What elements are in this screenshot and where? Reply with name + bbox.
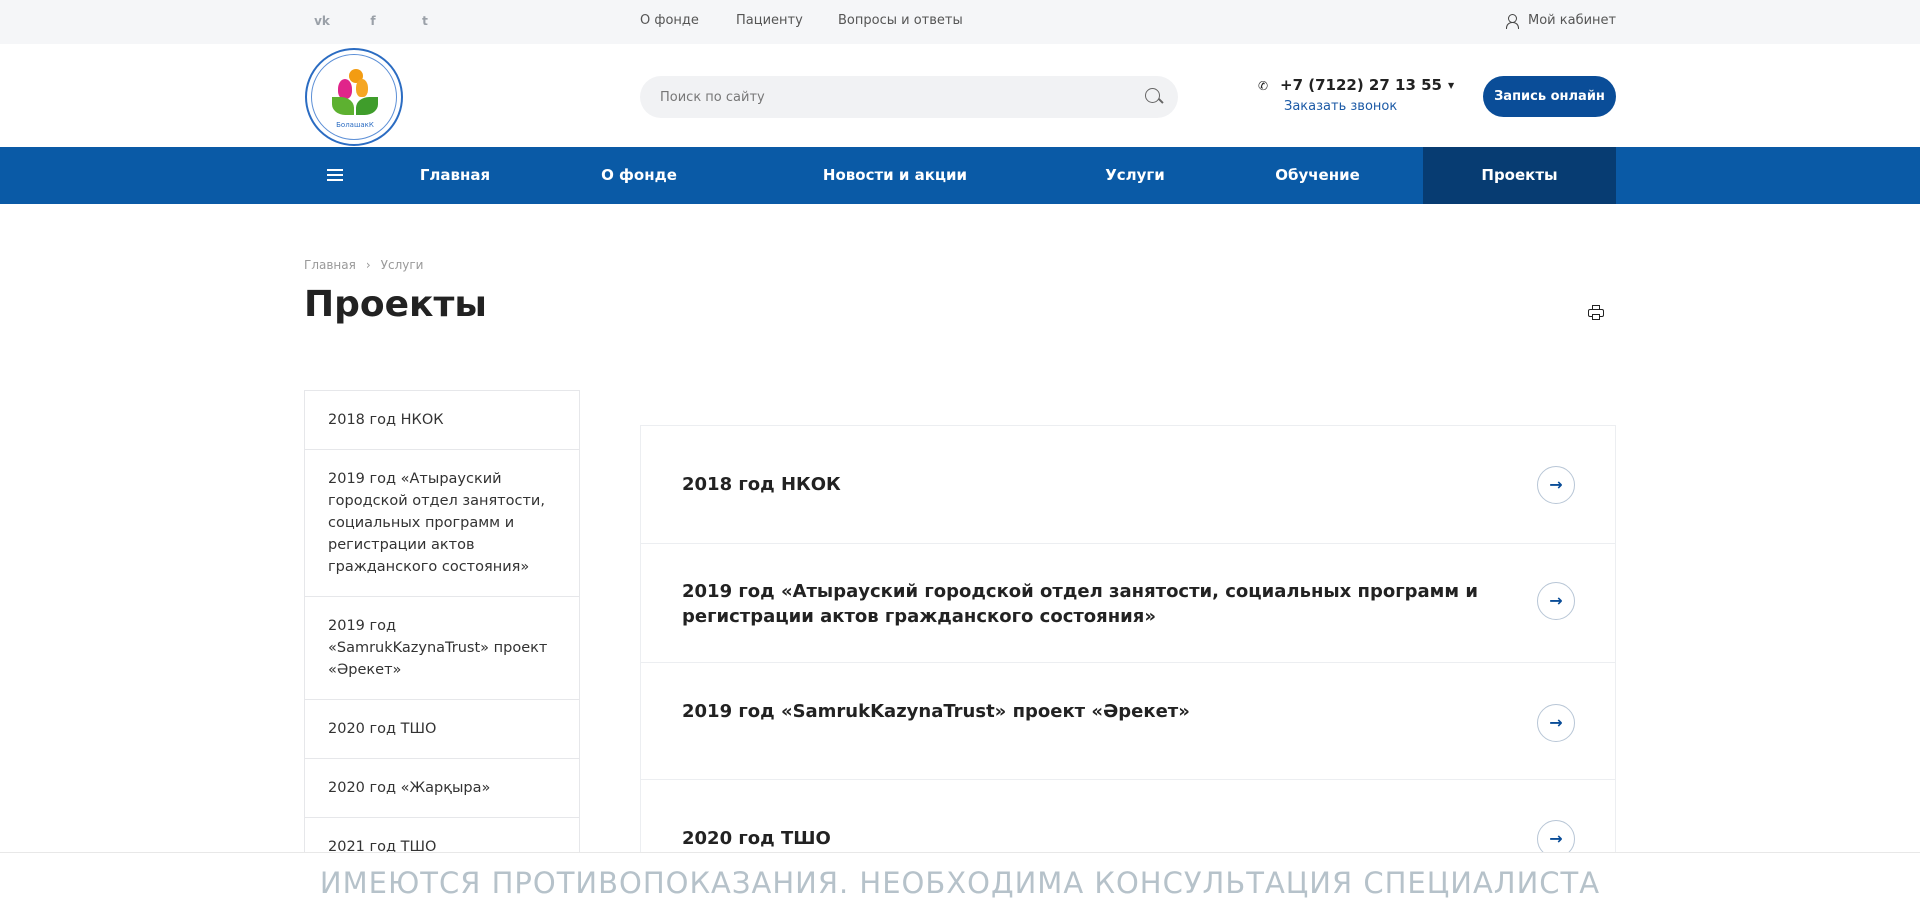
project-list: 2018 год НКОК → 2019 год «Атырауский гор…	[640, 425, 1616, 859]
project-card[interactable]: 2018 год НКОК →	[640, 425, 1616, 543]
nav-item-projects[interactable]: Проекты	[1423, 147, 1616, 204]
user-icon	[1505, 13, 1519, 29]
logo-emblem: БолашакК	[311, 54, 397, 140]
project-card[interactable]: 2020 год ТШО →	[640, 779, 1616, 859]
phone-icon: ✆	[1258, 79, 1269, 93]
phone-number-label: +7 (7122) 27 13 55	[1280, 76, 1442, 94]
toplink-faq[interactable]: Вопросы и ответы	[838, 13, 963, 28]
request-call-link[interactable]: Заказать звонок	[1284, 99, 1397, 114]
breadcrumb-services[interactable]: Услуги	[381, 258, 424, 272]
logo-text: БолашакК	[336, 121, 374, 129]
my-cabinet-label: Мой кабинет	[1528, 13, 1617, 28]
toplink-patient[interactable]: Пациенту	[736, 13, 803, 28]
search-icon[interactable]	[1144, 87, 1164, 107]
sidebar-item[interactable]: 2020 год ТШО	[305, 700, 579, 759]
breadcrumb-separator: ›	[365, 258, 371, 272]
project-card[interactable]: 2019 год «Атырауский городской отдел зан…	[640, 543, 1616, 662]
book-online-button[interactable]: Запись онлайн	[1483, 76, 1616, 117]
nav-item-training[interactable]: Обучение	[1250, 147, 1385, 204]
sidebar-item[interactable]: 2020 год «Жарқыра»	[305, 759, 579, 818]
arrow-right-icon[interactable]: →	[1537, 466, 1575, 504]
breadcrumb: Главная › Услуги	[304, 258, 423, 272]
project-card-title: 2019 год «SamrukKazynaTrust» проект «Әре…	[682, 701, 1190, 722]
nav-item-services[interactable]: Услуги	[1070, 147, 1200, 204]
arrow-right-icon[interactable]: →	[1537, 704, 1575, 742]
project-card[interactable]: 2019 год «SamrukKazynaTrust» проект «Әре…	[640, 662, 1616, 779]
arrow-right-icon[interactable]: →	[1537, 582, 1575, 620]
facebook-icon[interactable]: f	[365, 13, 381, 29]
toplink-about[interactable]: О фонде	[640, 13, 699, 28]
sidebar-item[interactable]: 2019 год «SamrukKazynaTrust» проект «Әре…	[305, 597, 579, 700]
my-cabinet-link[interactable]: Мой кабинет	[1505, 13, 1617, 29]
logo[interactable]: БолашакК	[305, 48, 403, 146]
nav-item-home[interactable]: Главная	[387, 147, 523, 204]
menu-icon[interactable]	[327, 169, 343, 181]
nav-item-news[interactable]: Новости и акции	[800, 147, 990, 204]
nav-item-about[interactable]: О фонде	[569, 147, 709, 204]
vk-icon[interactable]: vk	[314, 13, 330, 29]
search-box	[640, 76, 1178, 118]
breadcrumb-home[interactable]: Главная	[304, 258, 356, 272]
chevron-down-icon: ▼	[1447, 80, 1455, 90]
sidebar-menu: 2018 год НКОК 2019 год «Атырауский город…	[304, 390, 580, 877]
project-card-title: 2020 год ТШО	[682, 828, 831, 849]
medical-warning-banner: ИМЕЮТСЯ ПРОТИВОПОКАЗАНИЯ. НЕОБХОДИМА КОН…	[0, 852, 1920, 912]
twitter-icon[interactable]: t	[417, 13, 433, 29]
print-icon[interactable]	[1588, 305, 1604, 321]
search-input[interactable]	[660, 76, 1130, 118]
project-card-title: 2018 год НКОК	[682, 474, 841, 495]
project-card-title: 2019 год «Атырауский городской отдел зан…	[682, 581, 1478, 627]
top-bar: vk f t О фонде Пациенту Вопросы и ответы…	[0, 0, 1920, 44]
page-title: Проекты	[304, 284, 487, 325]
main-nav: Главная О фонде Новости и акции Услуги О…	[0, 147, 1920, 204]
sidebar-item[interactable]: 2018 год НКОК	[305, 391, 579, 450]
phone-number[interactable]: +7 (7122) 27 13 55 ▼	[1280, 76, 1454, 94]
sidebar-item[interactable]: 2019 год «Атырауский городской отдел зан…	[305, 450, 579, 597]
